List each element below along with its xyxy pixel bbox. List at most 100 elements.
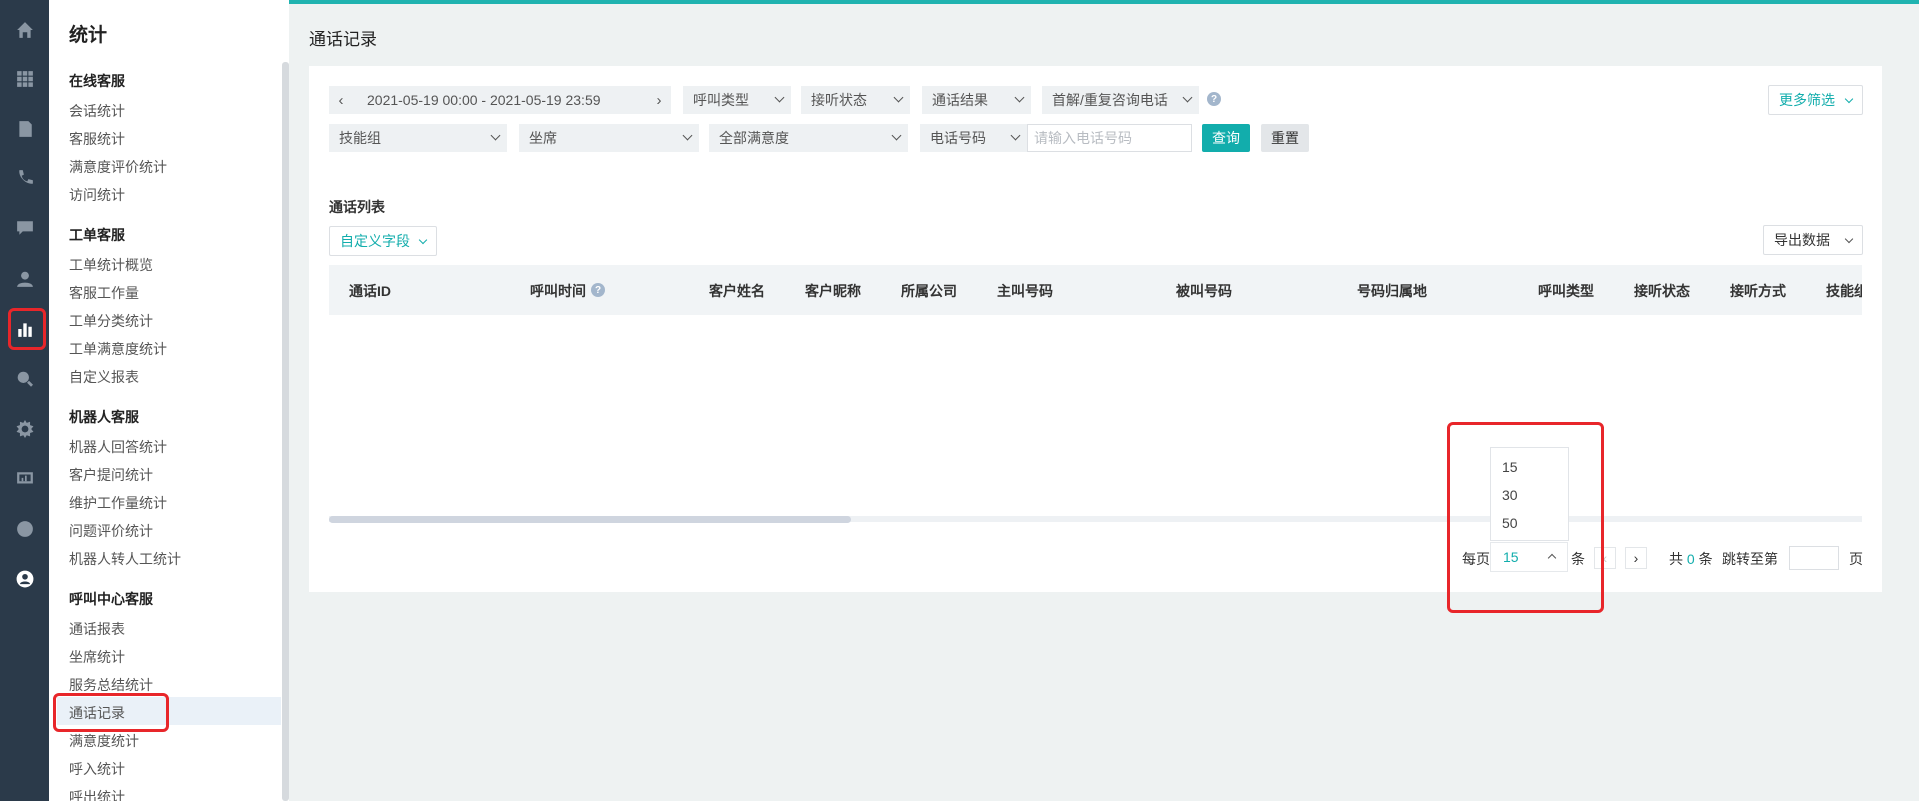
search-analytics-icon[interactable]: [0, 365, 49, 393]
nav-item-robot-answer[interactable]: 机器人回答统计: [69, 437, 167, 457]
nav-item-ticket-overview[interactable]: 工单统计概览: [69, 255, 153, 275]
nav-item-service-summary[interactable]: 服务总结统计: [69, 675, 153, 695]
app-icon-rail: [0, 0, 49, 801]
phone-icon[interactable]: [0, 164, 49, 192]
help-question-icon[interactable]: ?: [1207, 92, 1221, 106]
nav-item-seat-stats[interactable]: 坐席统计: [69, 647, 125, 667]
col-call-type[interactable]: 呼叫类型: [1538, 281, 1594, 301]
nav-group-robot: 机器人客服: [69, 409, 139, 425]
export-data-button[interactable]: 导出数据: [1763, 225, 1863, 255]
col-customer-name[interactable]: 客户姓名: [709, 281, 765, 301]
first-repeat-label: 首解/重复咨询电话: [1052, 92, 1168, 108]
chat-icon[interactable]: [0, 214, 49, 242]
skill-group-select[interactable]: 技能组: [329, 124, 507, 152]
jump-to-label: 跳转至第: [1722, 551, 1778, 567]
chevron-down-icon: [893, 92, 904, 103]
more-filter-button[interactable]: 更多筛选: [1768, 85, 1863, 115]
monitor-report-icon[interactable]: [0, 465, 49, 493]
nav-item-ticket-satisfaction[interactable]: 工单满意度统计: [69, 339, 167, 359]
col-answer-status[interactable]: 接听状态: [1634, 281, 1690, 301]
nav-item-satisfaction-rating[interactable]: 满意度评价统计: [69, 157, 167, 177]
total-count: 共 0 条: [1669, 549, 1713, 569]
answer-status-select[interactable]: 接听状态: [801, 86, 910, 114]
call-list-title: 通话列表: [329, 199, 385, 215]
nav-item-agent-workload[interactable]: 客服工作量: [69, 283, 139, 303]
phone-field-type-select[interactable]: 电话号码: [920, 124, 1027, 152]
export-label: 导出数据: [1774, 232, 1830, 248]
nav-item-maintenance-workload[interactable]: 维护工作量统计: [69, 493, 167, 513]
date-range-value: 2021-05-19 00:00 - 2021-05-19 23:59: [367, 92, 601, 108]
query-button[interactable]: 查询: [1202, 124, 1250, 152]
chevron-down-icon: [1844, 94, 1854, 104]
total-suffix: 条: [1698, 551, 1713, 567]
satisfaction-select[interactable]: 全部满意度: [709, 124, 908, 152]
col-skill-group[interactable]: 技能组: [1826, 281, 1862, 301]
user-profile-icon[interactable]: [0, 565, 49, 593]
chevron-down-icon: [774, 92, 785, 103]
nav-annotation-box: [53, 693, 169, 732]
sidebar-scrollbar[interactable]: [282, 62, 289, 801]
pagination-annotation-box: [1447, 422, 1604, 613]
total-value: 0: [1686, 551, 1695, 567]
page-title: 通话记录: [309, 30, 377, 49]
date-next-arrow-icon[interactable]: ›: [647, 86, 671, 114]
customer-icon[interactable]: [0, 265, 49, 293]
phone-type-label: 电话号码: [930, 130, 986, 146]
sidebar-title: 统计: [69, 25, 108, 46]
call-result-label: 通话结果: [932, 92, 988, 108]
jump-page-input[interactable]: [1789, 546, 1839, 570]
call-table-header: 通话ID 呼叫时间 ? 客户姓名 客户昵称 所属公司 主叫号码 被叫号码 号码归…: [329, 265, 1862, 315]
first-repeat-call-select[interactable]: 首解/重复咨询电话: [1042, 86, 1199, 114]
next-page-button[interactable]: ›: [1625, 547, 1647, 569]
nav-item-ticket-category[interactable]: 工单分类统计: [69, 311, 153, 331]
agent-label: 坐席: [529, 130, 557, 146]
col-call-time[interactable]: 呼叫时间: [530, 281, 586, 301]
more-filter-label: 更多筛选: [1779, 92, 1835, 108]
col-caller-number[interactable]: 主叫号码: [997, 281, 1053, 301]
home-icon[interactable]: [0, 16, 49, 44]
agent-select[interactable]: 坐席: [519, 124, 699, 152]
date-prev-arrow-icon[interactable]: ‹: [329, 86, 353, 114]
date-range-picker[interactable]: ‹ 2021-05-19 00:00 - 2021-05-19 23:59 ›: [329, 86, 671, 114]
nav-item-visit-stats[interactable]: 访问统计: [69, 185, 125, 205]
page-suffix: 页: [1849, 551, 1863, 567]
col-number-location[interactable]: 号码归属地: [1357, 281, 1427, 301]
nav-item-satisfaction-stats[interactable]: 满意度统计: [69, 731, 139, 751]
nav-item-outbound-stats[interactable]: 呼出统计: [69, 787, 125, 801]
statistics-sidebar: 统计 在线客服 会话统计 客服统计 满意度评价统计 访问统计 工单客服 工单统计…: [49, 0, 289, 801]
call-type-select[interactable]: 呼叫类型: [683, 86, 791, 114]
custom-fields-button[interactable]: 自定义字段: [329, 226, 437, 256]
nav-item-agent-stats[interactable]: 客服统计: [69, 129, 125, 149]
chevron-down-icon: [1010, 130, 1021, 141]
nav-item-session-stats[interactable]: 会话统计: [69, 101, 125, 121]
table-scroll-thumb[interactable]: [329, 516, 851, 523]
nav-group-callcenter: 呼叫中心客服: [69, 591, 153, 607]
nav-item-customer-question[interactable]: 客户提问统计: [69, 465, 153, 485]
col-customer-nickname[interactable]: 客户昵称: [805, 281, 861, 301]
knowledge-icon[interactable]: [0, 515, 49, 543]
phone-number-input[interactable]: [1027, 124, 1192, 152]
chevron-down-icon: [418, 235, 428, 245]
nav-group-ticket: 工单客服: [69, 227, 125, 243]
nav-item-robot-transfer[interactable]: 机器人转人工统计: [69, 549, 181, 569]
nav-group-online: 在线客服: [69, 73, 125, 89]
settings-gear-icon[interactable]: [0, 415, 49, 443]
chevron-down-icon: [682, 130, 693, 141]
col-answer-method[interactable]: 接听方式: [1730, 281, 1786, 301]
nav-item-question-rating[interactable]: 问题评价统计: [69, 521, 153, 541]
call-result-select[interactable]: 通话结果: [922, 86, 1031, 114]
call-time-help-icon[interactable]: ?: [591, 283, 605, 297]
nav-item-call-report[interactable]: 通话报表: [69, 619, 125, 639]
nav-item-custom-report[interactable]: 自定义报表: [69, 367, 139, 387]
nav-item-inbound-stats[interactable]: 呼入统计: [69, 759, 125, 779]
custom-fields-label: 自定义字段: [340, 233, 410, 249]
chevron-down-icon: [891, 130, 902, 141]
col-callee-number[interactable]: 被叫号码: [1176, 281, 1232, 301]
col-call-id[interactable]: 通话ID: [349, 281, 391, 301]
col-company[interactable]: 所属公司: [901, 281, 957, 301]
reset-button[interactable]: 重置: [1261, 124, 1309, 152]
chevron-down-icon: [1182, 92, 1193, 103]
document-icon[interactable]: [0, 115, 49, 143]
apps-grid-icon[interactable]: [0, 65, 49, 93]
call-type-label: 呼叫类型: [693, 92, 749, 108]
